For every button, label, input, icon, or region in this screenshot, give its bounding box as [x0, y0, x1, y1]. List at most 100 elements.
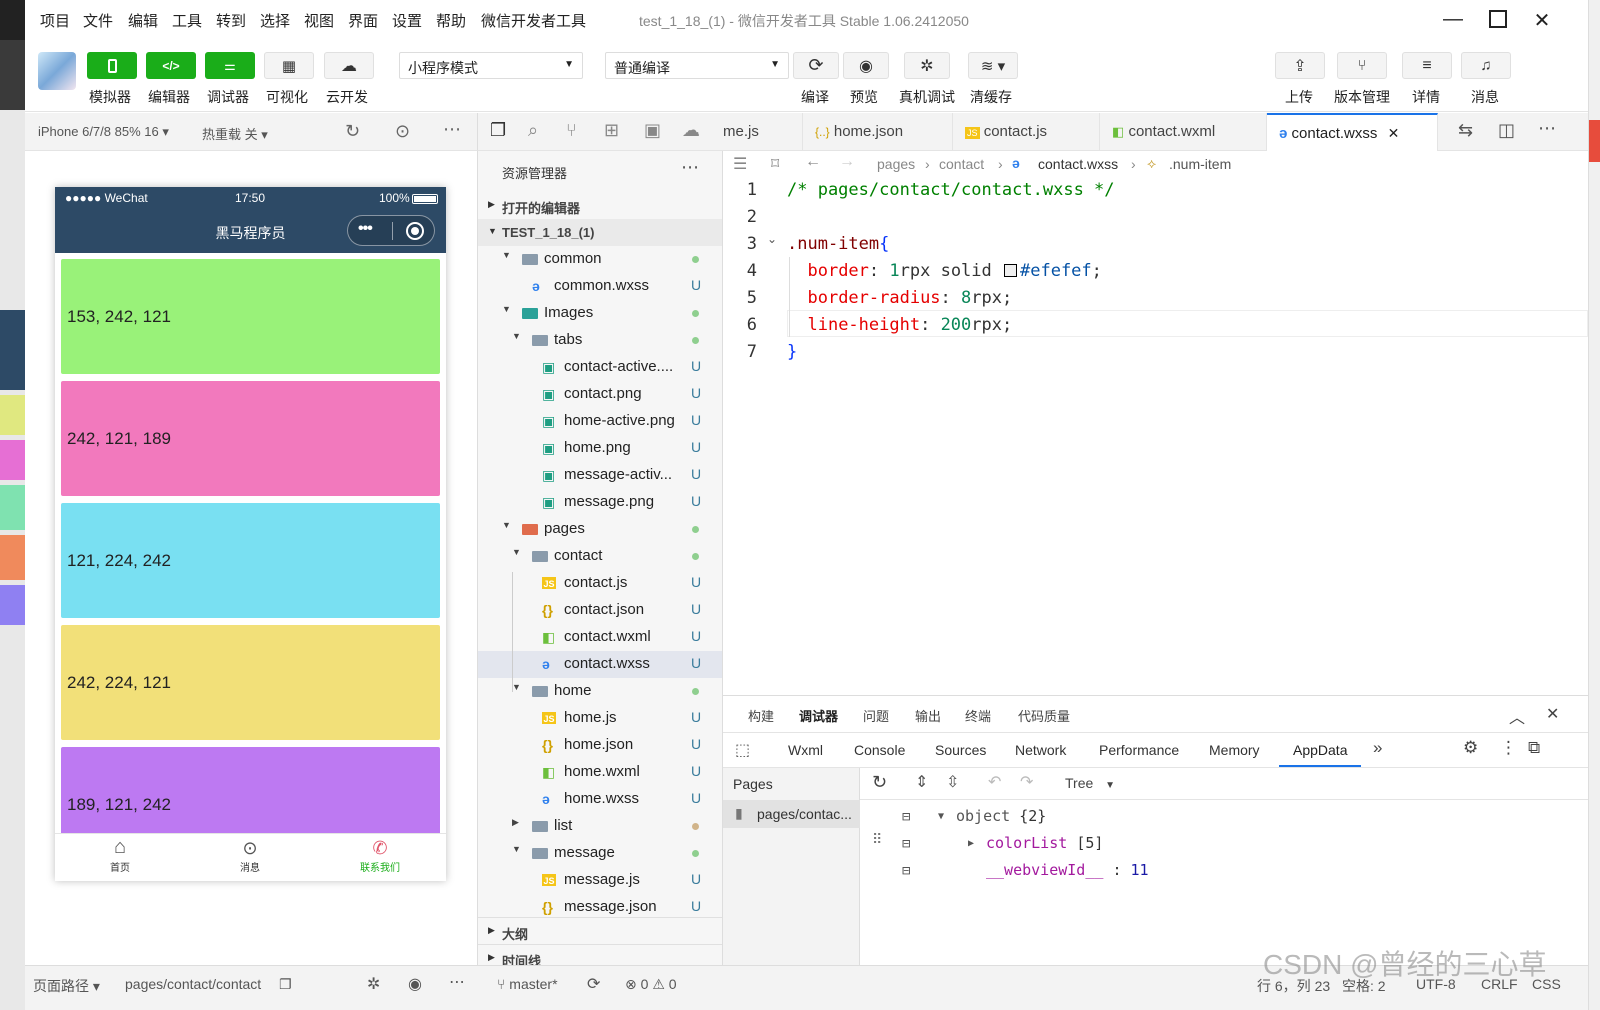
panel-tab[interactable]: 问题 — [863, 706, 889, 725]
devtools-tab[interactable]: Console — [854, 742, 905, 758]
devtools-tab[interactable]: Network — [1015, 742, 1066, 758]
tab-message[interactable]: ⊙ 消息 — [185, 834, 315, 881]
eye-icon[interactable]: ◉ — [408, 974, 422, 994]
list-icon[interactable]: ☰ — [733, 154, 747, 174]
panel-tab[interactable]: 代码质量 — [1018, 706, 1070, 725]
outline-section[interactable]: ▶ 大纲 — [478, 917, 722, 944]
tree-file[interactable]: JS contact.js U — [478, 570, 722, 597]
more-icon[interactable]: ⋯ — [443, 119, 461, 140]
panel-tab[interactable]: 终端 — [965, 706, 991, 725]
devtools-tab[interactable]: Performance — [1099, 742, 1179, 758]
tree-file[interactable]: ▣ message.png U — [478, 489, 722, 516]
sync-icon[interactable]: ⟳ — [587, 974, 600, 994]
editor-toggle[interactable]: </> — [146, 52, 196, 79]
messages-button[interactable]: ♫ — [1461, 52, 1511, 79]
close-panel-icon[interactable]: ✕ — [1546, 704, 1559, 724]
refresh-icon[interactable]: ↻ — [872, 772, 887, 793]
menu-settings[interactable]: 设置 — [392, 10, 422, 31]
upload-button[interactable]: ⇪ — [1275, 52, 1325, 79]
kebab-icon[interactable]: ⋮ — [1500, 738, 1517, 758]
devtools-tab[interactable]: AppData — [1279, 742, 1362, 767]
expand-icon[interactable]: ⇕ — [915, 772, 928, 792]
git-branch[interactable]: ⑂ master* — [497, 976, 558, 992]
tree-file[interactable]: ǝ home.wxss U — [478, 786, 722, 813]
tree-folder[interactable]: ▼ contact — [478, 543, 722, 570]
chevron-down-icon[interactable]: ▼ — [938, 811, 944, 822]
tree-file[interactable]: {} home.json U — [478, 732, 722, 759]
crumb-pages[interactable]: pages — [877, 156, 915, 172]
menu-tools[interactable]: 工具 — [172, 10, 202, 31]
menu-select[interactable]: 选择 — [260, 10, 290, 31]
tree-file[interactable]: ▣ home-active.png U — [478, 408, 722, 435]
compile-select[interactable]: 普通编译 ▼ — [605, 52, 789, 79]
debugger-toggle[interactable]: ⚌ — [205, 52, 255, 79]
dock-icon[interactable]: ⧉ — [1528, 738, 1540, 758]
menu-goto[interactable]: 转到 — [216, 10, 246, 31]
problems-indicator[interactable]: ⊗ 0 ⚠ 0 — [625, 976, 677, 993]
tree-file[interactable]: {} contact.json U — [478, 597, 722, 624]
crumb-selector[interactable]: .num-item — [1169, 156, 1231, 172]
tree-folder[interactable]: ▼ common — [478, 246, 722, 273]
chevron-right-icon[interactable]: ▶ — [968, 838, 974, 849]
redo-icon[interactable]: ↷ — [1020, 772, 1033, 792]
device-select[interactable]: iPhone 6/7/8 85% 16 ▾ — [38, 124, 169, 140]
back-icon[interactable]: ← — [805, 153, 821, 171]
files-icon[interactable]: ❐ — [490, 120, 506, 141]
more-icon[interactable]: ⋯ — [449, 972, 465, 992]
code-editor[interactable]: ⌄ 1 /* pages/contact/contact.wxss */ 2 3 .nu… — [723, 177, 1588, 695]
panel-tab[interactable]: 调试器 — [799, 706, 838, 725]
tab-home[interactable]: ⌂ 首页 — [55, 834, 185, 881]
tree-file[interactable]: JS message.js U — [478, 867, 722, 894]
menu-interface[interactable]: 界面 — [348, 10, 378, 31]
tab-contact-wxss[interactable]: ǝ contact.wxss ✕ — [1267, 113, 1438, 151]
close-capsule-icon[interactable] — [406, 222, 424, 240]
menu-file[interactable]: 文件 — [83, 10, 113, 31]
tree-folder[interactable]: ▼ pages — [478, 516, 722, 543]
drag-handle-icon[interactable]: ⠿ — [872, 832, 882, 848]
tree-file[interactable]: ◧ home.wxml U — [478, 759, 722, 786]
collapse-icon[interactable]: ⇳ — [946, 772, 959, 792]
inspect-icon[interactable]: ⬚ — [735, 740, 750, 760]
split-editor-icon[interactable]: ◫ — [1498, 120, 1515, 141]
bookmark-icon[interactable]: ⌑ — [771, 154, 779, 174]
fold-icon[interactable]: ⌄ — [767, 232, 777, 246]
crumb-file[interactable]: contact.wxss — [1038, 156, 1118, 172]
menu-project[interactable]: 项目 — [40, 10, 70, 31]
checkbox-icon[interactable]: ⊟ — [902, 863, 910, 879]
chevron-down-icon[interactable]: ▼ — [502, 250, 511, 260]
rotate-icon[interactable]: ↻ — [345, 121, 360, 142]
tab-me-js[interactable]: me.js — [723, 113, 803, 151]
remote-debug-button[interactable]: ✲ — [904, 52, 950, 79]
tree-file[interactable]: ▣ contact.png U — [478, 381, 722, 408]
search-icon[interactable]: ⌕ — [528, 120, 538, 141]
devtools-tab[interactable]: Wxml — [788, 742, 823, 758]
close-window-icon[interactable]: ✕ — [1527, 8, 1557, 32]
tab-home-json[interactable]: {..} home.json — [803, 113, 953, 151]
chevron-down-icon[interactable]: ▼ — [512, 547, 521, 557]
open-editors-section[interactable]: ▶ 打开的编辑器 — [478, 192, 722, 219]
compare-icon[interactable]: ⇆ — [1458, 120, 1473, 141]
chevron-down-icon[interactable]: ▼ — [502, 520, 511, 530]
tree-file[interactable]: ǝ common.wxss U — [478, 273, 722, 300]
visual-button[interactable]: ▦ — [264, 52, 314, 79]
chevron-down-icon[interactable]: ▼ — [512, 844, 521, 854]
page-path-select[interactable]: 页面路径 ▾ — [33, 976, 100, 996]
checkbox-icon[interactable]: ⊟ — [902, 809, 910, 825]
tree-file[interactable]: ǝ contact.wxss U — [478, 651, 722, 678]
devtools-tab[interactable]: Sources — [935, 742, 986, 758]
capsule-button[interactable]: ••• — [347, 215, 435, 246]
chevron-right-icon[interactable]: ▶ — [512, 817, 519, 828]
git-icon[interactable]: ⑂ — [566, 120, 577, 141]
tree-file[interactable]: ▣ message-activ... U — [478, 462, 722, 489]
simulator-toggle[interactable] — [87, 52, 137, 79]
tab-contact-wxml[interactable]: ◧ contact.wxml — [1100, 113, 1267, 151]
chevron-down-icon[interactable]: ▼ — [512, 682, 521, 692]
mode-select[interactable]: 小程序模式 ▼ — [399, 52, 583, 79]
tree-folder[interactable]: ▼ Images — [478, 300, 722, 327]
tree-file[interactable]: ▣ home.png U — [478, 435, 722, 462]
settings-gear-icon[interactable]: ⚙ — [1463, 738, 1478, 758]
view-mode-select[interactable]: Tree ▼ — [1065, 775, 1115, 791]
color-swatch-icon[interactable] — [1004, 264, 1017, 277]
copy-icon[interactable]: ❐ — [279, 976, 292, 993]
page-item[interactable]: ▮ pages/contac... — [723, 800, 860, 828]
